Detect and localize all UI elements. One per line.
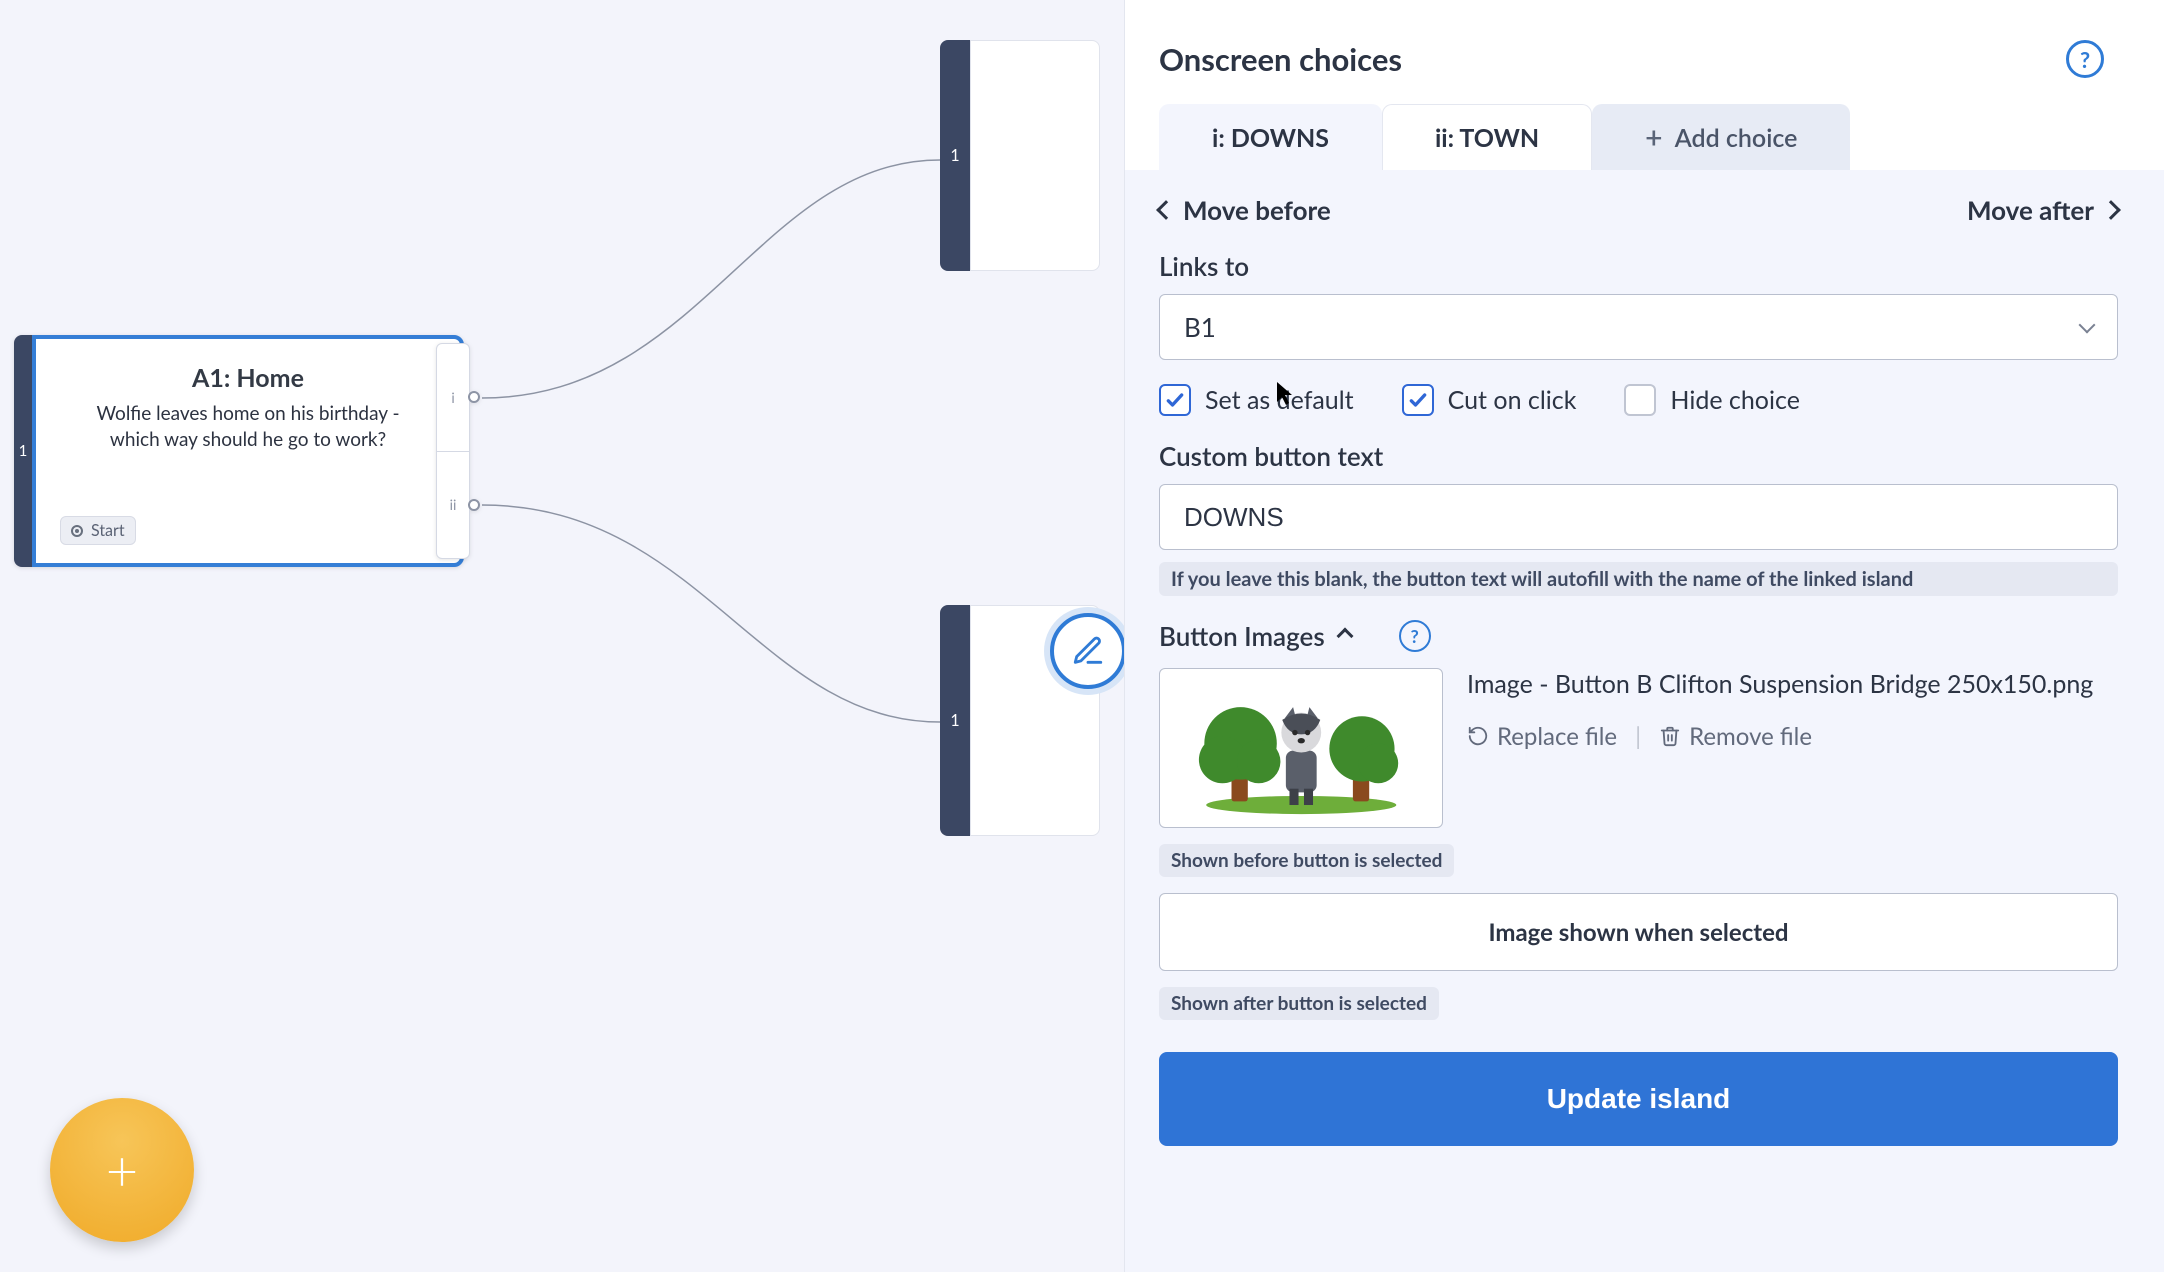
start-label: Start	[91, 521, 125, 540]
image-filename: Image - Button B Clifton Suspension Brid…	[1467, 668, 2118, 702]
add-choice-button[interactable]: + Add choice	[1592, 104, 1850, 170]
links-to-label: Links to	[1159, 250, 2118, 282]
button-images-label: Button Images	[1159, 620, 1325, 652]
island-number-strip: 1	[14, 335, 32, 567]
chevron-left-icon	[1156, 200, 1176, 220]
add-island-fab[interactable]: +	[50, 1098, 194, 1242]
help-icon[interactable]: ?	[1399, 620, 1431, 652]
outlet-i[interactable]: i	[437, 344, 469, 452]
move-before-button[interactable]: Move before	[1159, 194, 1331, 226]
outlet-pin[interactable]	[468, 391, 480, 403]
start-icon	[71, 525, 83, 537]
outlet-pin[interactable]	[468, 499, 480, 511]
tab-choice-i[interactable]: i: DOWNS	[1159, 104, 1382, 170]
remove-file-button[interactable]: Remove file	[1659, 722, 1812, 751]
island-body[interactable]: A1: Home Wolfie leaves home on his birth…	[32, 335, 464, 567]
target-number-strip: 1	[940, 40, 970, 271]
island-outlets: i ii	[436, 343, 470, 559]
choice-tabs: i: DOWNS ii: TOWN + Add choice	[1125, 98, 2164, 170]
edit-button[interactable]	[1050, 613, 1126, 689]
shown-after-hint: Shown after button is selected	[1159, 987, 1439, 1020]
shown-before-hint: Shown before button is selected	[1159, 844, 1454, 877]
island-number: 1	[19, 442, 28, 460]
target-number-strip: 1	[940, 605, 970, 836]
undo-icon	[1467, 725, 1489, 747]
button-image-thumbnail[interactable]	[1159, 668, 1443, 828]
custom-button-input[interactable]	[1159, 484, 2118, 550]
inspector-panel: Onscreen choices ? i: DOWNS ii: TOWN + A…	[1124, 0, 2164, 1272]
plus-icon: +	[1645, 122, 1662, 152]
start-badge: Start	[60, 516, 136, 545]
links-to-select[interactable]: B1	[1159, 294, 2118, 360]
cut-on-click-checkbox[interactable]: Cut on click	[1402, 384, 1577, 416]
tab-choice-ii[interactable]: ii: TOWN	[1382, 104, 1592, 170]
set-default-checkbox[interactable]: Set as default	[1159, 384, 1354, 416]
custom-button-hint: If you leave this blank, the button text…	[1159, 562, 2118, 596]
target-body[interactable]	[970, 40, 1100, 271]
replace-file-button[interactable]: Replace file	[1467, 722, 1617, 751]
hide-choice-checkbox[interactable]: Hide choice	[1624, 384, 1799, 416]
help-icon[interactable]: ?	[2066, 40, 2104, 78]
trash-icon	[1659, 725, 1681, 747]
edge-layer	[0, 0, 1100, 1272]
move-after-button[interactable]: Move after	[1967, 194, 2118, 226]
selected-image-dropzone[interactable]: Image shown when selected	[1159, 893, 2118, 971]
story-canvas[interactable]: 1 A1: Home Wolfie leaves home on his bir…	[0, 0, 1100, 1272]
outlet-ii[interactable]: ii	[437, 452, 469, 559]
custom-button-label: Custom button text	[1159, 440, 2118, 472]
plus-icon: +	[106, 1142, 138, 1198]
island-description: Wolfie leaves home on his birthday - whi…	[78, 401, 418, 452]
choice-form: Move before Move after Links to B1 Set a…	[1125, 170, 2164, 1272]
chevron-up-icon[interactable]	[1336, 628, 1353, 645]
island-title: A1: Home	[192, 363, 304, 393]
panel-title: Onscreen choices	[1159, 40, 1402, 78]
chevron-right-icon	[2101, 200, 2121, 220]
island-node[interactable]: 1 A1: Home Wolfie leaves home on his bir…	[14, 335, 464, 567]
update-island-button[interactable]: Update island	[1159, 1052, 2118, 1146]
links-to-value: B1	[1184, 311, 1216, 343]
target-island-1[interactable]: 1	[940, 40, 1100, 271]
chevron-down-icon	[2079, 317, 2096, 334]
pencil-icon	[1071, 634, 1105, 668]
